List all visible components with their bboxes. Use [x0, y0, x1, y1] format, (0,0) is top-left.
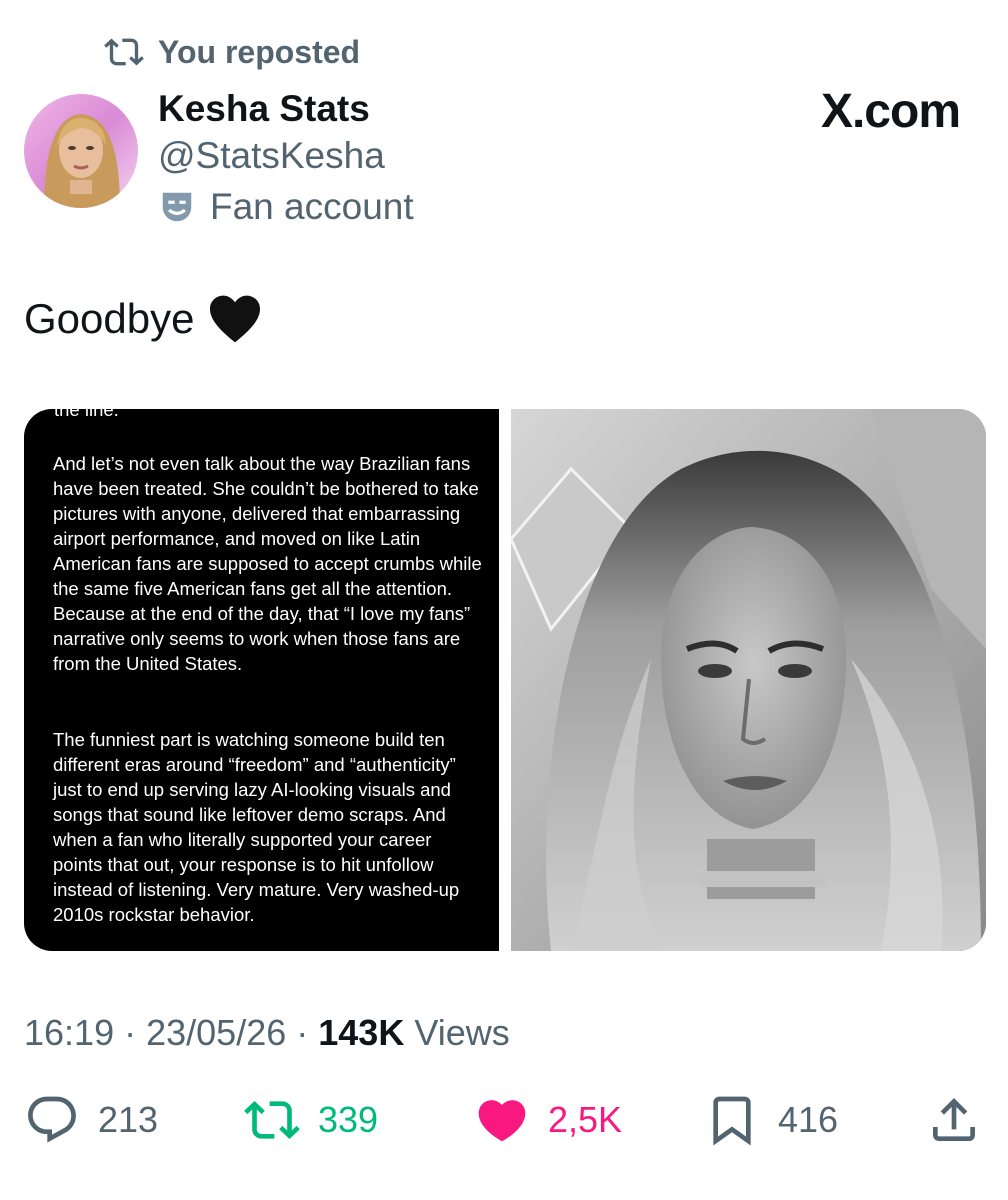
avatar[interactable]: [24, 94, 138, 208]
repost-icon: [104, 38, 144, 66]
bookmark-count: 416: [778, 1099, 839, 1140]
like-button[interactable]: 2,5K: [474, 1092, 622, 1148]
author-name[interactable]: Kesha Stats: [158, 88, 370, 130]
repost-button[interactable]: 339: [244, 1092, 378, 1148]
tweet-body: Goodbye: [24, 295, 195, 342]
account-label: Fan account: [158, 186, 414, 228]
repost-banner-text: You reposted: [158, 33, 361, 70]
fan-mask-icon: [162, 192, 192, 222]
action-bar: 213 339 2,5K 416: [24, 1092, 982, 1152]
media-portrait-image[interactable]: [511, 409, 986, 951]
tweet-text: Goodbye: [24, 294, 262, 344]
bookmark-icon: [713, 1096, 751, 1146]
image-text-paragraph-1: And let’s not even talk about the way Br…: [53, 453, 482, 674]
heart-icon: [478, 1100, 526, 1142]
like-count: 2,5K: [548, 1099, 623, 1140]
tweet-date[interactable]: 23/05/26: [146, 1012, 286, 1053]
meta-separator: ·: [124, 1012, 147, 1053]
black-heart-icon: [210, 295, 261, 343]
bookmark-button[interactable]: 416: [704, 1092, 838, 1148]
views-label: Views: [414, 1012, 510, 1053]
reply-icon: [28, 1096, 76, 1143]
repost-count: 339: [318, 1099, 379, 1140]
x-logo: X.com: [820, 85, 961, 138]
views-count: 143K: [318, 1012, 405, 1053]
share-icon: [933, 1098, 975, 1141]
tweet-time[interactable]: 16:19: [24, 1012, 114, 1053]
author-handle[interactable]: @StatsKesha: [158, 135, 385, 177]
media-text-image[interactable]: the line. And let’s not even talk about …: [24, 409, 499, 951]
image-text-cut-line: the line.: [54, 409, 119, 420]
account-label-text: Fan account: [210, 186, 414, 227]
tweet-meta: 16:19 · 23/05/26 · 143K Views: [24, 1012, 510, 1054]
repost-icon: [244, 1101, 300, 1139]
reply-button[interactable]: 213: [24, 1092, 158, 1148]
image-text-paragraph-2: The funniest part is watching someone bu…: [53, 729, 460, 925]
media-grid[interactable]: the line. And let’s not even talk about …: [24, 409, 986, 951]
meta-separator: ·: [296, 1012, 319, 1053]
share-button[interactable]: [926, 1092, 982, 1148]
reply-count: 213: [98, 1099, 159, 1140]
repost-banner: You reposted: [104, 30, 360, 74]
